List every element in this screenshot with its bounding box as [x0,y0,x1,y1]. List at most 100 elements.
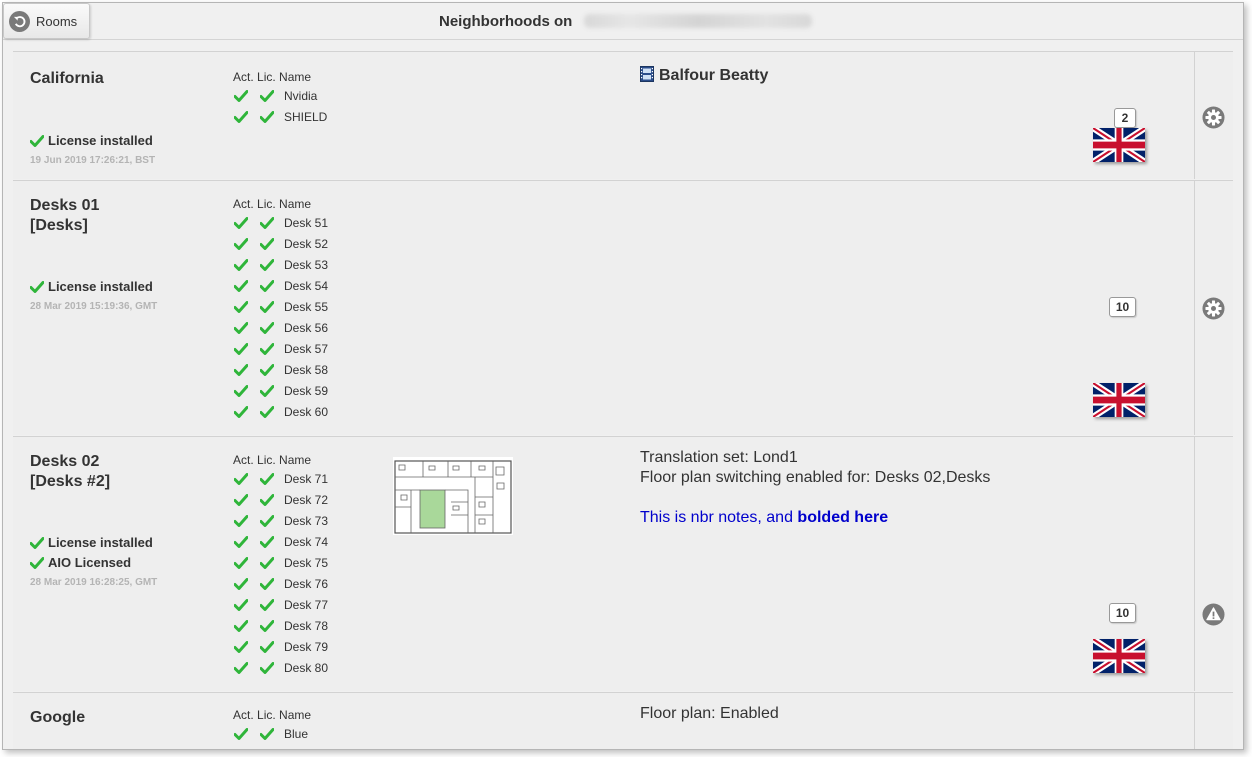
device-row[interactable]: SHIELD [233,106,327,127]
device-row[interactable]: Nvidia [233,85,327,106]
rooms-back-label: Rooms [36,13,78,29]
device-name: Desk 58 [284,362,329,377]
active-check-icon [234,473,248,485]
device-name: SHIELD [284,109,328,124]
device-row[interactable]: Desk 77 [233,594,328,615]
translation-set-text: Translation set: Lond1 [640,449,798,466]
active-check-icon [234,599,248,611]
aio-license-status: AIO Licensed [30,555,131,570]
device-name: Desk 51 [284,215,329,230]
device-row[interactable]: Desk 57 [233,338,328,359]
device-row[interactable]: Desk 51 [233,212,328,233]
room-count-badge: 10 [1109,297,1136,317]
license-date: 28 Mar 2019 16:28:25, GMT [30,577,158,588]
organization-info: Balfour Beatty [640,66,768,86]
device-name: Desk 76 [284,576,329,591]
licensed-check-icon [260,90,274,102]
neighborhood-row-california: California License installed 19 Jun 2019… [13,51,1233,179]
device-row[interactable]: Desk 54 [233,275,328,296]
licensed-check-icon [260,238,274,250]
device-list-header: Act. Lic. Name [233,708,312,722]
licensed-check-icon [260,494,274,506]
device-name: Desk 78 [284,618,329,633]
device-name: Desk 71 [284,471,329,486]
device-row[interactable]: Desk 55 [233,296,328,317]
device-name: Blue [284,726,309,741]
device-name: Desk 57 [284,341,329,356]
licensed-check-icon [260,473,274,485]
device-name: Desk 59 [284,383,329,398]
uk-flag-icon [1093,128,1145,162]
device-row[interactable]: Desk 79 [233,636,328,657]
licensed-check-icon [260,364,274,376]
licensed-check-icon [260,406,274,418]
neighborhoods-window: Rooms Neighborhoods on California Licens… [2,2,1244,750]
neighborhood-row-google: Google Act. Lic. Name Blue Floor plan: E… [13,692,1233,749]
active-check-icon [234,620,248,632]
licensed-check-icon [260,578,274,590]
warning-icon[interactable] [1202,603,1225,626]
device-name: Desk 77 [284,597,329,612]
active-check-icon [234,322,248,334]
device-row[interactable]: Desk 78 [233,615,328,636]
licensed-check-icon [260,301,274,313]
back-arrow-icon [9,10,30,32]
gear-icon[interactable] [1202,106,1225,129]
licensed-check-icon [260,259,274,271]
active-check-icon [234,111,248,123]
licensed-check-icon [260,111,274,123]
redacted-server-name [584,14,812,28]
device-row[interactable]: Desk 53 [233,254,328,275]
device-name: Desk 54 [284,278,329,293]
licensed-check-icon [260,343,274,355]
active-check-icon [234,238,248,250]
device-row[interactable]: Blue [233,723,311,744]
licensed-check-icon [260,385,274,397]
top-bar: Rooms Neighborhoods on [3,3,1243,40]
device-list-header: Act. Lic. Name [233,70,312,84]
licensed-check-icon [260,217,274,229]
organization-name: Balfour Beatty [659,67,769,84]
device-name: Desk 53 [284,257,329,272]
device-list: Act. Lic. Name Desk 71 Desk 72 Desk 73 D… [233,452,328,678]
active-check-icon [234,406,248,418]
device-row[interactable]: Desk 52 [233,233,328,254]
active-check-icon [234,301,248,313]
device-row[interactable]: Desk 72 [233,489,328,510]
device-row[interactable]: Desk 73 [233,510,328,531]
check-icon [30,135,44,147]
gear-icon[interactable] [1202,297,1225,320]
device-list-header: Act. Lic. Name [233,197,312,211]
device-name: Desk 72 [284,492,329,507]
device-row[interactable]: Desk 74 [233,531,328,552]
floor-plan-status-text: Floor plan: Enabled [640,705,779,722]
device-row[interactable]: Desk 71 [233,468,328,489]
license-date: 28 Mar 2019 15:19:36, GMT [30,301,158,312]
device-name: Desk 80 [284,660,329,675]
device-row[interactable]: Desk 59 [233,380,328,401]
device-row[interactable]: Desk 60 [233,401,328,422]
check-icon [30,557,44,569]
licensed-check-icon [260,536,274,548]
device-row[interactable]: Desk 56 [233,317,328,338]
rooms-back-button[interactable]: Rooms [3,3,90,39]
floor-plan-thumbnail[interactable] [393,457,513,535]
active-check-icon [234,515,248,527]
device-name: Desk 60 [284,404,329,419]
license-status: License installed [30,535,153,550]
floor-plan-switching-text: Floor plan switching enabled for: Desks … [640,469,991,486]
device-row[interactable]: Desk 75 [233,552,328,573]
device-name: Desk 73 [284,513,329,528]
active-check-icon [234,343,248,355]
licensed-check-icon [260,599,274,611]
licensed-check-icon [260,662,274,674]
device-row[interactable]: Desk 76 [233,573,328,594]
uk-flag-icon [1093,383,1145,417]
device-row[interactable]: Desk 80 [233,657,328,678]
device-row[interactable]: Desk 58 [233,359,328,380]
page-title: Neighborhoods on [439,13,573,30]
film-icon [640,66,654,82]
device-name: Desk 74 [284,534,329,549]
neighborhood-row-desks-01: Desks 01 [Desks] License installed 28 Ma… [13,180,1233,435]
room-count-badge: 2 [1114,108,1136,128]
